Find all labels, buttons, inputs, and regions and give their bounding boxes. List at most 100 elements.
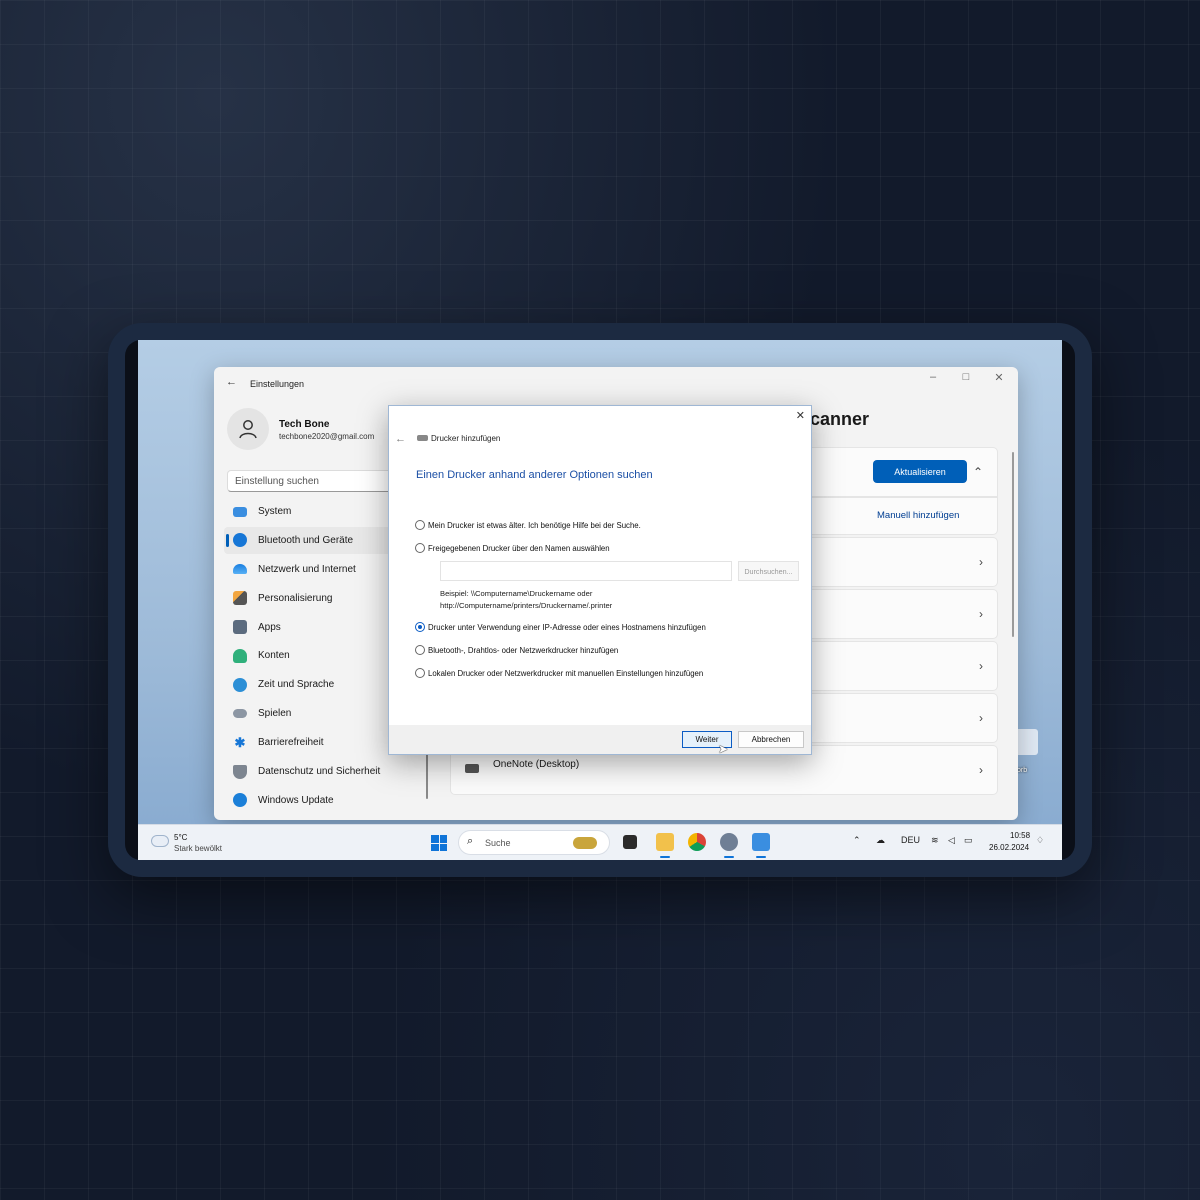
language-indicator[interactable]: DEU xyxy=(901,835,920,845)
sidebar-item-label: Barrierefreiheit xyxy=(258,737,324,749)
title-bar: ← Einstellungen – □ ✕ xyxy=(214,367,1018,399)
radio-button[interactable] xyxy=(415,645,425,655)
option-label: Lokalen Drucker oder Netzwerkdrucker mit… xyxy=(428,668,704,678)
back-arrow-icon[interactable]: ← xyxy=(226,376,237,388)
dialog-footer: Weiter Abbrechen xyxy=(389,725,811,754)
wifi-icon[interactable]: ≋ xyxy=(931,835,939,846)
sidebar-scrollbar[interactable] xyxy=(426,749,428,799)
device-name: OneNote (Desktop) xyxy=(493,759,580,770)
printer-icon xyxy=(465,764,479,773)
radio-button[interactable] xyxy=(415,543,425,553)
chevron-up-icon[interactable]: ⌃ xyxy=(973,465,983,479)
active-app-indicator xyxy=(756,856,766,858)
onedrive-icon[interactable]: ☁ xyxy=(876,835,885,846)
dialog-title: Drucker hinzufügen xyxy=(431,434,501,443)
wifi-icon xyxy=(233,564,247,575)
account-icon xyxy=(233,648,247,663)
page-title: canner xyxy=(810,409,870,429)
start-button[interactable] xyxy=(431,835,447,851)
option-shared-printer-by-name[interactable]: Freigegebenen Drucker über den Namen aus… xyxy=(415,543,610,553)
option-local-manual[interactable]: Lokalen Drucker oder Netzwerkdrucker mit… xyxy=(415,668,703,678)
cancel-button[interactable]: Abbrechen xyxy=(738,731,804,748)
back-arrow-icon[interactable]: ← xyxy=(395,433,406,445)
mouse-cursor-icon: ➤ xyxy=(718,742,729,756)
radio-button[interactable] xyxy=(415,520,425,530)
sidebar-item-label: Netzwerk und Internet xyxy=(258,563,356,575)
maximize-icon[interactable]: □ xyxy=(951,371,981,383)
chevron-right-icon: › xyxy=(979,711,983,725)
globe-clock-icon xyxy=(233,677,247,692)
sidebar-item-label: Apps xyxy=(258,621,281,633)
active-app-indicator xyxy=(660,856,670,858)
active-app-indicator xyxy=(724,856,734,858)
chrome-icon[interactable] xyxy=(688,833,706,851)
user-icon xyxy=(239,420,257,439)
gamepad-icon xyxy=(233,709,247,719)
weather-description[interactable]: Stark bewölkt xyxy=(174,844,222,853)
browse-button[interactable]: Durchsuchen... xyxy=(738,561,799,581)
add-printer-dialog: ✕ ← Drucker hinzufügen Einen Drucker anh… xyxy=(388,405,812,756)
monitor-icon xyxy=(233,506,247,517)
taskbar-search[interactable]: ⌕ Suche xyxy=(458,830,610,855)
sidebar-item-label: Zeit und Sprache xyxy=(258,679,335,691)
chevron-right-icon: › xyxy=(979,607,983,621)
chevron-right-icon: › xyxy=(979,555,983,569)
notification-bell-icon[interactable]: ♢ xyxy=(1036,835,1044,846)
windows-logo-part xyxy=(431,835,439,843)
settings-search-input[interactable]: Einstellung suchen xyxy=(227,470,407,492)
example-text: http://Computername/printers/Druckername… xyxy=(440,601,613,610)
printer-icon xyxy=(417,435,428,441)
option-label: Drucker unter Verwendung einer IP-Adress… xyxy=(428,622,706,632)
avatar[interactable] xyxy=(227,408,269,450)
update-icon xyxy=(233,793,247,808)
accessibility-icon: ✱ xyxy=(234,734,246,750)
printer-dialog-app-icon[interactable] xyxy=(752,833,770,851)
sidebar-item-label: Bluetooth und Geräte xyxy=(258,534,354,546)
add-manually-link[interactable]: Manuell hinzufügen xyxy=(877,510,959,521)
chevron-up-icon[interactable]: ⌃ xyxy=(853,835,861,846)
cloud-icon[interactable] xyxy=(151,835,169,847)
taskbar: 5°C Stark bewölkt ⌕ Suche ⌃ ☁ DEU ≋ ◁ ▭ … xyxy=(138,824,1062,860)
update-button[interactable]: Aktualisieren xyxy=(873,460,967,483)
clock-time[interactable]: 10:58 xyxy=(1010,831,1030,840)
option-ip-hostname[interactable]: Drucker unter Verwendung einer IP-Adress… xyxy=(415,622,706,632)
battery-icon[interactable]: ▭ xyxy=(964,835,973,846)
sidebar-item-label: Datenschutz und Sicherheit xyxy=(258,766,381,778)
radio-button-selected[interactable] xyxy=(415,622,425,632)
minimize-icon[interactable]: – xyxy=(918,371,948,383)
close-icon[interactable]: ✕ xyxy=(984,371,1014,384)
window-title: Einstellungen xyxy=(250,379,305,389)
close-icon[interactable]: ✕ xyxy=(796,409,805,422)
radio-button[interactable] xyxy=(415,668,425,678)
chevron-right-icon: › xyxy=(979,763,983,777)
sidebar-item-label: Konten xyxy=(258,650,290,662)
option-wireless-network[interactable]: Bluetooth-, Drahtlos- oder Netzwerkdruck… xyxy=(415,645,618,655)
windows-logo-part xyxy=(439,843,447,851)
windows-logo-part xyxy=(431,843,439,851)
brush-icon xyxy=(233,591,247,606)
clock-date[interactable]: 26.02.2024 xyxy=(989,843,1029,852)
sidebar-item-label: Personalisierung xyxy=(258,592,333,604)
sidebar-item-privacy[interactable]: Datenschutz und Sicherheit xyxy=(224,758,434,785)
profile-name: Tech Bone xyxy=(279,419,330,430)
example-text: Beispiel: \\Computername\Druckername ode… xyxy=(440,589,593,598)
desktop-screen: ckorb ← Einstellungen – □ ✕ Tech Bone te… xyxy=(138,340,1062,860)
dialog-heading: Einen Drucker anhand anderer Optionen su… xyxy=(416,469,653,481)
apps-icon xyxy=(233,620,247,635)
chevron-right-icon: › xyxy=(979,659,983,673)
content-scrollbar[interactable] xyxy=(1012,452,1014,637)
option-older-printer[interactable]: Mein Drucker ist etwas älter. Ich benöti… xyxy=(415,520,641,530)
speaker-icon[interactable]: ◁ xyxy=(948,835,955,846)
sidebar-item-label: System xyxy=(258,506,292,517)
printer-name-input[interactable] xyxy=(440,561,732,581)
search-icon: ⌕ xyxy=(467,835,474,847)
file-explorer-icon[interactable] xyxy=(656,833,674,851)
shield-icon xyxy=(233,764,247,779)
windows-logo-part xyxy=(439,835,447,843)
option-label: Freigegebenen Drucker über den Namen aus… xyxy=(428,543,610,553)
weather-temperature[interactable]: 5°C xyxy=(174,833,187,842)
option-label: Mein Drucker ist etwas älter. Ich benöti… xyxy=(428,520,641,530)
task-view-icon[interactable] xyxy=(623,835,637,849)
settings-gear-icon[interactable] xyxy=(720,833,738,851)
sidebar-item-windows-update[interactable]: Windows Update xyxy=(224,787,434,814)
